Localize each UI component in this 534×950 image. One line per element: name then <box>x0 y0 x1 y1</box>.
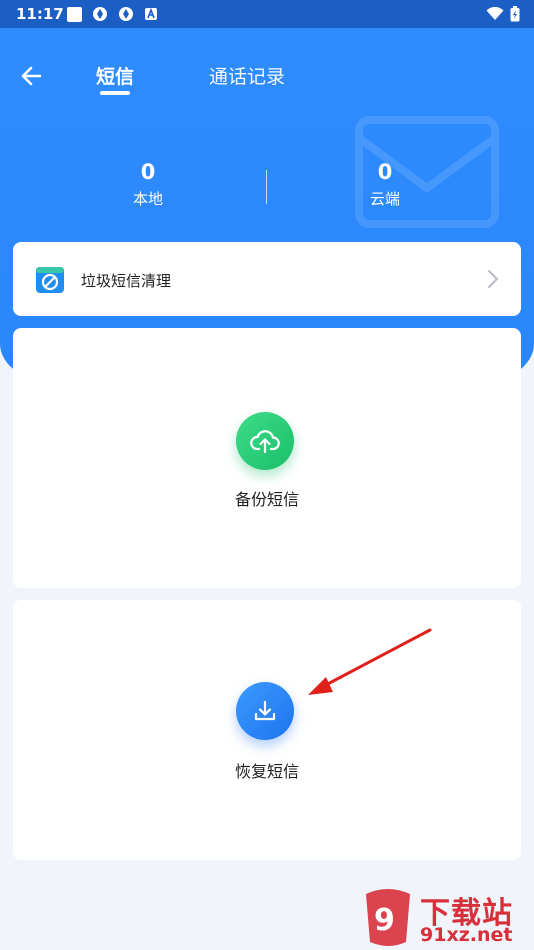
svg-text:9: 9 <box>374 903 395 938</box>
cloud-count: 0 云端 <box>325 160 445 209</box>
status-time: 11:17 <box>16 5 64 23</box>
stats-divider <box>266 170 267 204</box>
restore-sms-label: 恢复短信 <box>234 762 299 781</box>
notification-icons <box>67 6 158 22</box>
restore-sms-card[interactable]: 恢复短信 <box>13 600 521 860</box>
cloud-count-value: 0 <box>377 160 393 184</box>
backup-sms-label: 备份短信 <box>234 490 299 509</box>
status-bar: 11:17 <box>0 0 534 28</box>
local-count: 0 本地 <box>88 160 208 209</box>
local-count-value: 0 <box>140 160 156 184</box>
download-icon <box>254 700 276 721</box>
cloud-upload-icon <box>250 430 280 454</box>
watermark-logo-icon: 9 <box>366 889 410 946</box>
backup-sms-card[interactable]: 备份短信 <box>13 328 521 588</box>
notification-aperture-icon <box>93 7 107 21</box>
system-icons <box>486 6 520 22</box>
tab-call-log[interactable]: 通话记录 <box>209 62 285 89</box>
restore-sms-button[interactable] <box>236 682 294 740</box>
battery-icon <box>510 6 520 22</box>
notification-a-icon <box>145 7 157 20</box>
backup-sms-button[interactable] <box>236 412 294 470</box>
top-navigation: 短信 通话记录 <box>0 52 534 102</box>
watermark: 9 下载站 91xz.net <box>360 886 534 950</box>
junk-sms-cleanup-row[interactable]: 垃圾短信清理 <box>13 242 521 316</box>
junk-cleanup-icon <box>36 267 64 293</box>
notification-aperture-icon-2 <box>119 7 133 21</box>
chevron-right-icon <box>488 270 499 288</box>
message-count-stats: 0 本地 0 云端 <box>0 160 534 220</box>
local-count-label: 本地 <box>132 190 163 208</box>
wifi-icon <box>486 7 504 20</box>
notification-square-icon <box>67 6 82 22</box>
annotation-arrow-icon <box>308 628 432 695</box>
back-arrow-icon[interactable] <box>18 62 46 90</box>
cloud-count-label: 云端 <box>369 190 400 208</box>
watermark-url: 91xz.net <box>420 924 513 946</box>
tab-sms[interactable]: 短信 <box>96 62 134 89</box>
active-tab-indicator <box>100 91 130 95</box>
junk-sms-cleanup-label: 垃圾短信清理 <box>81 272 172 290</box>
